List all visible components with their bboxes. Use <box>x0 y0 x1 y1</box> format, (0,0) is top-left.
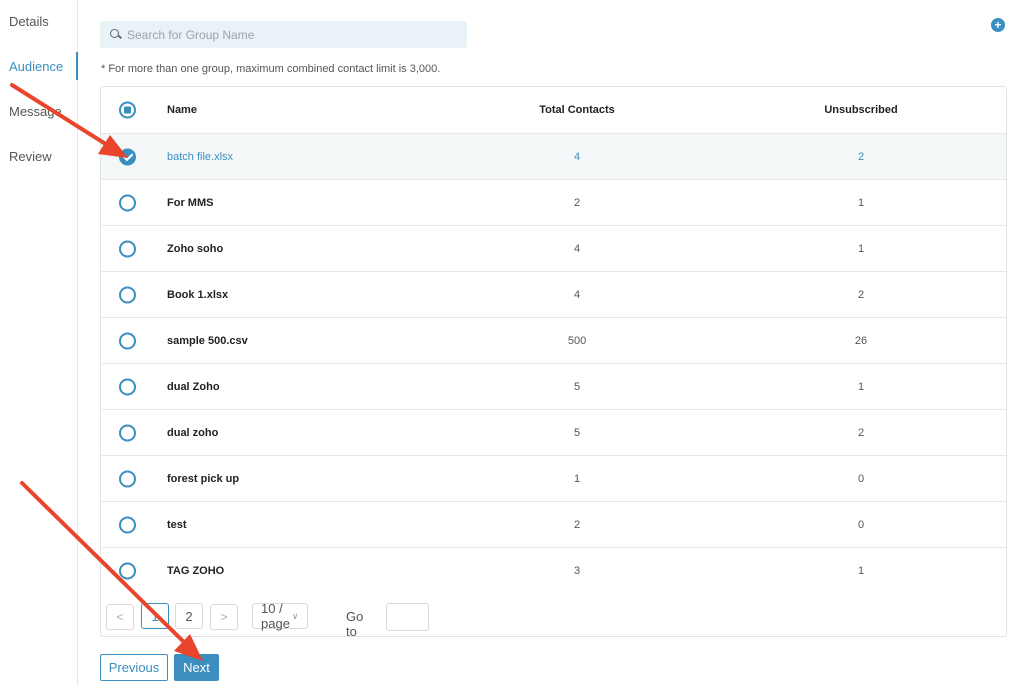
chevron-down-icon: ∨ <box>291 610 299 621</box>
row-name: batch file.xlsx <box>167 150 234 163</box>
next-page-button[interactable]: > <box>210 604 238 630</box>
table-row[interactable]: dual Zoho 5 1 <box>101 363 1006 409</box>
table-header: Name Total Contacts Unsubscribed <box>101 87 1006 133</box>
row-total-value: 5 <box>573 380 581 393</box>
row-unsub-value: 1 <box>857 196 865 209</box>
table-row[interactable]: For MMS 2 1 <box>101 179 1006 225</box>
table-row[interactable]: dual zoho 5 2 <box>101 409 1006 455</box>
header-name[interactable]: Name <box>167 104 197 116</box>
row-radio[interactable] <box>119 516 136 533</box>
table-row[interactable]: test 2 0 <box>101 501 1006 547</box>
step-nav: Details Audience Message Review <box>0 0 78 686</box>
radio-indicator <box>119 562 136 579</box>
goto-input[interactable] <box>386 603 429 631</box>
row-name: dual Zoho <box>167 380 220 393</box>
page-size-select[interactable]: 10 / page ∨ <box>252 601 308 631</box>
row-radio[interactable] <box>119 286 136 303</box>
plus-circle-icon: + <box>994 18 1002 32</box>
table-row[interactable]: Book 1.xlsx 4 2 <box>101 271 1006 317</box>
row-total-value: 4 <box>573 242 581 255</box>
page-2-button[interactable]: 2 <box>175 603 203 629</box>
page-1-button[interactable]: 1 <box>141 603 169 629</box>
checkmark-icon <box>119 148 136 165</box>
row-total-value: 2 <box>573 518 581 531</box>
row-total-value: 500 <box>567 334 587 347</box>
radio-indicator <box>119 516 136 533</box>
row-radio[interactable] <box>119 332 136 349</box>
row-unsub-value: 0 <box>857 518 865 531</box>
radio-indicator <box>119 332 136 349</box>
row-total-value: 4 <box>573 150 581 163</box>
row-name: test <box>167 518 187 531</box>
row-name: dual zoho <box>167 426 219 439</box>
active-step-indicator <box>76 52 78 80</box>
header-total-label: Total Contacts <box>539 104 615 116</box>
row-radio[interactable] <box>119 424 136 441</box>
table-row[interactable]: TAG ZOHO 3 1 <box>101 547 1006 593</box>
row-unsub-value: 0 <box>857 472 865 485</box>
table-row[interactable]: forest pick up 1 0 <box>101 455 1006 501</box>
search-input[interactable] <box>127 27 447 42</box>
row-radio[interactable] <box>119 240 136 257</box>
row-name: Book 1.xlsx <box>167 288 229 301</box>
header-unsub-label: Unsubscribed <box>824 104 898 116</box>
row-unsub-value: 1 <box>857 380 865 393</box>
page-size-value: 10 / page <box>261 601 290 631</box>
search-icon <box>110 28 122 41</box>
previous-button[interactable]: Previous <box>100 654 168 681</box>
row-total-value: 2 <box>573 196 581 209</box>
row-radio[interactable] <box>119 194 136 211</box>
row-total-value: 3 <box>573 564 581 577</box>
row-name: sample 500.csv <box>167 334 248 347</box>
row-unsub-value: 2 <box>857 426 865 439</box>
step-review[interactable]: Review <box>9 149 52 164</box>
row-total-value: 5 <box>573 426 581 439</box>
row-name: For MMS <box>167 196 214 209</box>
goto-label: Go to <box>346 609 364 639</box>
row-unsub-value: 26 <box>854 334 868 347</box>
step-details[interactable]: Details <box>9 14 49 29</box>
chevron-right-icon: > <box>220 610 228 624</box>
radio-indicator <box>119 470 136 487</box>
add-group-button[interactable]: + <box>991 18 1005 32</box>
table-row[interactable]: batch file.xlsx 4 2 <box>101 133 1006 179</box>
row-unsub-value: 2 <box>857 288 865 301</box>
chevron-left-icon: < <box>116 610 124 624</box>
radio-indicator <box>119 240 136 257</box>
row-name: TAG ZOHO <box>167 564 225 577</box>
radio-indicator <box>119 194 136 211</box>
select-all-radio[interactable] <box>119 101 136 119</box>
contact-limit-note: * For more than one group, maximum combi… <box>101 63 441 75</box>
row-unsub-value: 1 <box>857 242 865 255</box>
prev-page-button[interactable]: < <box>106 604 134 630</box>
row-radio[interactable] <box>119 148 136 165</box>
row-total-value: 1 <box>573 472 581 485</box>
next-button[interactable]: Next <box>174 654 219 681</box>
table-row[interactable]: Zoho soho 4 1 <box>101 225 1006 271</box>
row-radio[interactable] <box>119 378 136 395</box>
row-name: Zoho soho <box>167 242 224 255</box>
step-message[interactable]: Message <box>9 104 62 119</box>
step-audience[interactable]: Audience <box>9 59 63 74</box>
radio-indicator <box>119 424 136 441</box>
group-search <box>100 21 467 48</box>
row-unsub-value: 2 <box>857 150 865 163</box>
row-unsub-value: 1 <box>857 564 865 577</box>
row-name: forest pick up <box>167 472 240 485</box>
groups-table: Name Total Contacts Unsubscribed batch f… <box>100 86 1007 637</box>
table-row[interactable]: sample 500.csv 500 26 <box>101 317 1006 363</box>
row-radio[interactable] <box>119 562 136 579</box>
select-all-indicator <box>119 101 136 119</box>
radio-indicator <box>119 286 136 303</box>
radio-indicator <box>119 378 136 395</box>
row-radio[interactable] <box>119 470 136 487</box>
row-total-value: 4 <box>573 288 581 301</box>
